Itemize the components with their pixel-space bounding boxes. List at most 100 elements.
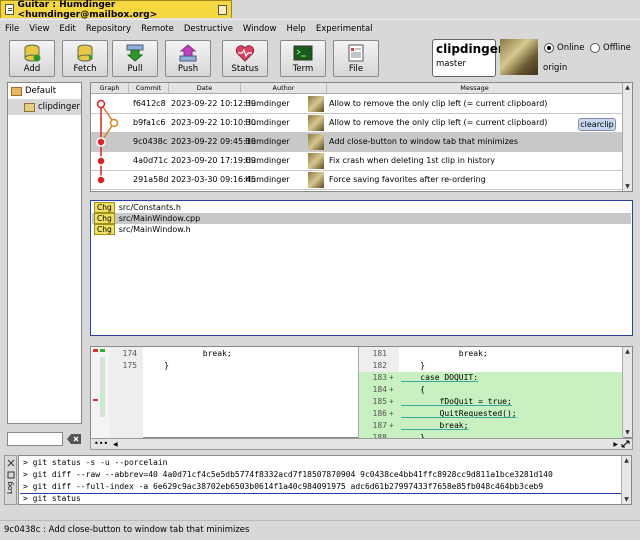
graph-node [96,175,106,185]
commit-message: Allow to remove the only clip left (= cu… [329,118,548,127]
add-button[interactable]: Add [9,40,55,77]
author-avatar [308,96,324,112]
commit-date: 2023-03-30 09:16:45 [171,175,256,184]
graph-node [96,99,106,109]
code-line: } [145,361,170,370]
log-scrollbar[interactable]: ▲ ▼ [622,83,632,191]
sidebar-group-default[interactable]: Default [8,83,81,99]
menu-help[interactable]: Help [281,20,310,38]
changed-files-list: Chg src/Constants.h Chg src/MainWindow.c… [90,200,633,336]
header-author[interactable]: Author [241,83,327,94]
database-icon [24,44,41,62]
commit-row[interactable]: f6412c8 2023-09-22 10:12:39 Humdinger Al… [91,95,622,114]
commit-message: Fix crash when deleting 1st clip in hist… [329,156,495,165]
scroll-left-icon[interactable]: ◀ [113,440,118,449]
menu-repository[interactable]: Repository [81,20,136,38]
scroll-up-icon[interactable]: ▲ [623,457,630,464]
header-message[interactable]: Message [327,83,622,94]
fetch-button[interactable]: Fetch [62,40,108,77]
menu-window[interactable]: Window [238,20,282,38]
sidebar-group-label: Default [25,86,57,96]
expand-icon[interactable] [620,439,631,449]
fetch-label: Fetch [73,64,97,74]
console-line: > git status -s -u --porcelain [23,458,168,467]
scroll-down-icon[interactable]: ▼ [624,183,631,190]
commit-row[interactable]: b9fa1c6 2023-09-22 10:10:30 Humdinger Al… [91,114,622,133]
repository-name: clipdinger [436,42,504,56]
online-radio[interactable]: Online [544,43,584,53]
pull-button[interactable]: Pull [112,40,158,77]
line-number: 185 [372,397,387,406]
file-label: File [348,64,364,74]
repository-info[interactable]: clipdinger master [432,39,504,77]
menu-edit[interactable]: Edit [54,20,80,38]
header-commit[interactable]: Commit [129,83,169,94]
commit-row[interactable]: 291a58d 2023-03-30 09:16:45 Humdinger Fo… [91,171,622,190]
commit-row-selected[interactable]: 9c0438c 2023-09-22 09:45:18 Humdinger Ad… [91,133,622,152]
avatar [500,39,538,75]
tag-badge[interactable]: clearclip [578,118,616,131]
commit-message: Add close-button to window tab that mini… [329,137,518,146]
diff-view[interactable]: 174 break; 175 } 181 break; 182 } 183 + … [90,346,633,439]
close-icon[interactable] [7,459,15,467]
radio-selected-icon [544,43,554,53]
menu-experimental[interactable]: Experimental [311,20,378,38]
push-button[interactable]: Push [165,40,211,77]
scroll-up-icon[interactable]: ▲ [624,84,631,91]
line-number: 181 [372,349,387,358]
header-graph[interactable]: Graph [91,83,129,94]
diff-horizontal-scrollbar[interactable]: ••• ◀ ▶ [90,438,633,450]
repository-sidebar: Default clipdinger [7,82,82,424]
file-row-selected[interactable]: Chg src/MainWindow.cpp [92,213,631,224]
scroll-down-icon[interactable]: ▼ [623,496,630,503]
header-date[interactable]: Date [169,83,241,94]
graph-node [96,156,106,166]
arrow-up-icon [179,44,197,62]
sidebar-item-clipdinger[interactable]: clipdinger [8,99,81,115]
scroll-up-icon[interactable]: ▲ [624,348,631,355]
line-number: 174 [122,349,137,358]
remote-name: origin [543,63,568,73]
scroll-down-icon[interactable]: ▼ [624,429,631,436]
terminal-icon [293,45,313,61]
diff-scrollbar[interactable]: ▲ ▼ [622,347,632,437]
offline-radio[interactable]: Offline [590,43,631,53]
file-row[interactable]: Chg src/Constants.h [92,202,631,213]
file-path: src/MainWindow.cpp [118,214,201,223]
close-icon[interactable] [5,4,14,15]
line-number: 183 [372,373,387,382]
console-line: > git status [23,494,81,503]
menu-remote[interactable]: Remote [136,20,179,38]
console-scrollbar[interactable]: ▲ ▼ [621,456,631,504]
zoom-icon[interactable] [218,4,227,15]
minimize-icon[interactable] [7,471,15,479]
menu-view[interactable]: View [24,20,54,38]
console-input-line[interactable] [20,493,622,505]
diff-overview-map[interactable] [91,347,109,439]
term-label: Term [292,64,314,74]
commit-author: Humdinger [245,175,290,184]
menu-file[interactable]: File [0,20,24,38]
line-number: 187 [372,421,387,430]
filter-input[interactable] [7,432,63,446]
window-tab[interactable]: Guitar : Humdinger <humdinger@mailbox.or… [0,0,232,20]
log-panel-tab[interactable]: Log [4,455,17,505]
commit-message: Force saving favorites after re-ordering [329,175,486,184]
menu-destructive[interactable]: Destructive [179,20,238,38]
status-button[interactable]: Status [222,40,268,77]
scroll-right-icon[interactable]: ▶ [613,440,618,449]
clear-filter-icon[interactable] [66,433,82,445]
commit-hash: 291a58d [133,175,169,184]
term-button[interactable]: Term [280,40,326,77]
commit-author: Humdinger [245,118,290,127]
file-button[interactable]: File [333,40,379,77]
console-output[interactable]: > git status -s -u --porcelain > git dif… [18,455,632,505]
code-line: } [401,361,426,370]
added-marker: + [389,397,394,406]
add-label: Add [23,64,41,74]
commit-row[interactable]: 4a0d71c 2023-09-20 17:19:09 Humdinger Fi… [91,152,622,171]
offline-label: Offline [603,43,631,53]
file-row[interactable]: Chg src/MainWindow.h [92,224,631,235]
status-text: 9c0438c : Add close-button to window tab… [4,525,250,535]
more-icon[interactable]: ••• [94,439,108,449]
